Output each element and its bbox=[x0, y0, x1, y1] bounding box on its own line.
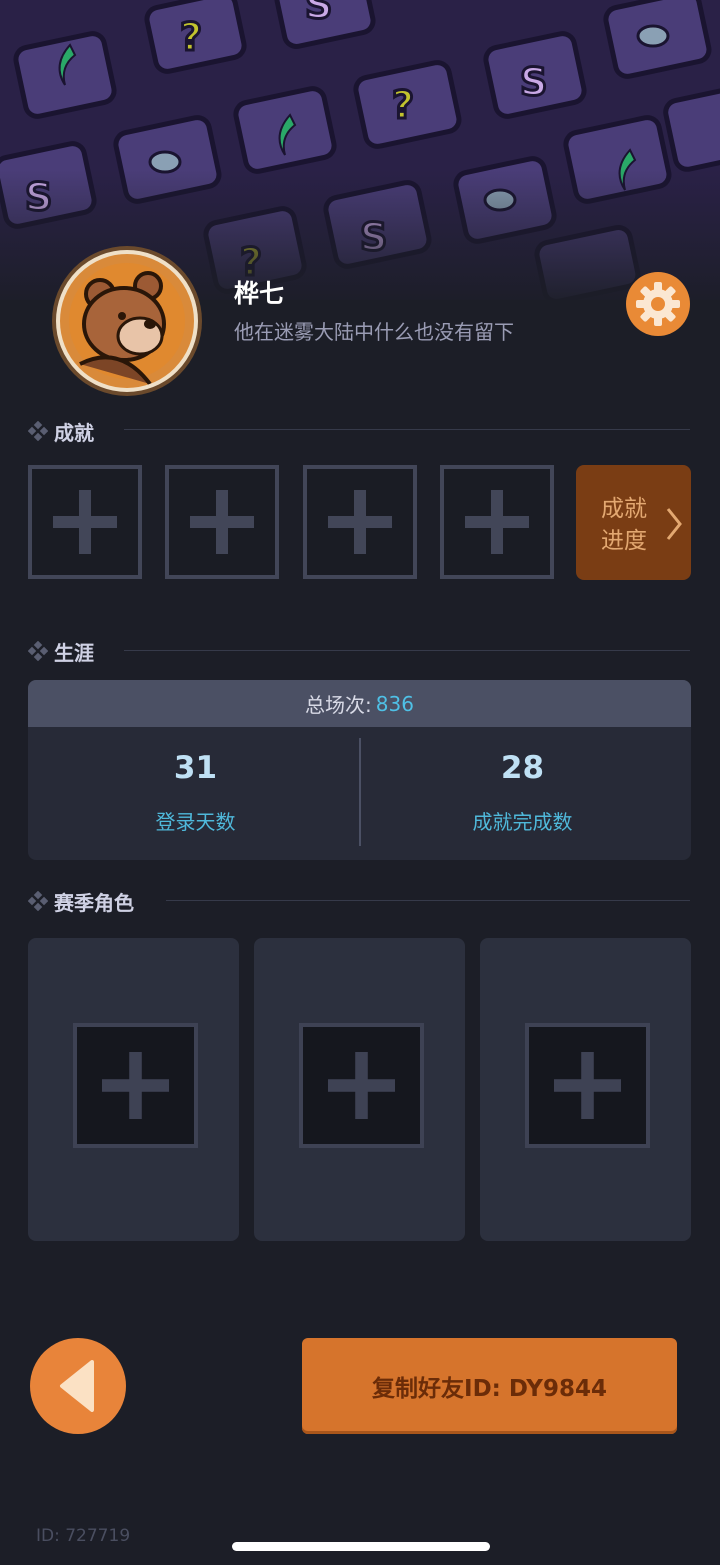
home-indicator[interactable] bbox=[232, 1542, 490, 1551]
add-icon bbox=[328, 490, 392, 554]
achievement-slot-4[interactable] bbox=[440, 465, 554, 579]
player-id: ID: 727719 bbox=[36, 1526, 131, 1546]
achievements-title: 成就 bbox=[54, 420, 94, 445]
season-characters-title: 赛季角色 bbox=[54, 890, 134, 915]
add-icon bbox=[53, 490, 117, 554]
achievements-completed-label: 成就完成数 bbox=[472, 810, 573, 834]
user-bio: 他在迷雾大陆中什么也没有留下 bbox=[234, 320, 514, 344]
username: 桦七 bbox=[234, 279, 285, 308]
gear-icon bbox=[636, 282, 680, 326]
section-divider bbox=[124, 650, 690, 651]
season-characters-section-title: 赛季角色 bbox=[28, 886, 134, 916]
season-character-card-2[interactable] bbox=[254, 938, 465, 1241]
character-slot[interactable] bbox=[525, 1023, 650, 1148]
back-button[interactable] bbox=[30, 1338, 126, 1434]
section-divider bbox=[166, 900, 690, 901]
section-divider bbox=[124, 429, 690, 430]
copy-friend-id-button[interactable]: 复制好友ID: DY9844 bbox=[302, 1338, 677, 1434]
bear-avatar-icon bbox=[69, 263, 185, 386]
total-games-value: 836 bbox=[375, 691, 414, 716]
svg-text:S: S bbox=[305, 0, 332, 27]
avatar[interactable] bbox=[56, 250, 198, 392]
diamond-bullet-icon bbox=[28, 891, 48, 911]
achievement-slot-1[interactable] bbox=[28, 465, 142, 579]
achievement-progress-label: 成就 进度 bbox=[601, 496, 647, 554]
add-icon bbox=[328, 1052, 395, 1119]
login-days-value: 31 bbox=[173, 750, 218, 786]
svg-text:?: ? bbox=[392, 83, 414, 127]
season-character-card-3[interactable] bbox=[480, 938, 691, 1241]
add-icon bbox=[465, 490, 529, 554]
achievement-slot-3[interactable] bbox=[303, 465, 417, 579]
career-title: 生涯 bbox=[54, 640, 94, 665]
total-games-label: 总场次: bbox=[305, 693, 372, 717]
total-games-header: 总场次: 836 bbox=[28, 680, 691, 727]
add-icon bbox=[190, 490, 254, 554]
svg-text:S: S bbox=[520, 60, 547, 104]
achievements-section-title: 成就 bbox=[28, 416, 94, 446]
login-days-label: 登录天数 bbox=[155, 810, 236, 834]
settings-button[interactable] bbox=[626, 272, 690, 336]
career-section-title: 生涯 bbox=[28, 636, 94, 666]
achievement-slot-2[interactable] bbox=[165, 465, 279, 579]
svg-text:?: ? bbox=[180, 15, 202, 59]
achievements-completed-value: 28 bbox=[500, 750, 545, 786]
season-character-card-1[interactable] bbox=[28, 938, 239, 1241]
add-icon bbox=[102, 1052, 169, 1119]
diamond-bullet-icon bbox=[28, 641, 48, 661]
diamond-bullet-icon bbox=[28, 421, 48, 441]
achievement-progress-button[interactable]: 成就 进度 bbox=[576, 465, 691, 580]
add-icon bbox=[554, 1052, 621, 1119]
character-slot[interactable] bbox=[299, 1023, 424, 1148]
character-slot[interactable] bbox=[73, 1023, 198, 1148]
back-arrow-icon bbox=[60, 1360, 94, 1412]
chevron-right-icon bbox=[666, 508, 682, 540]
